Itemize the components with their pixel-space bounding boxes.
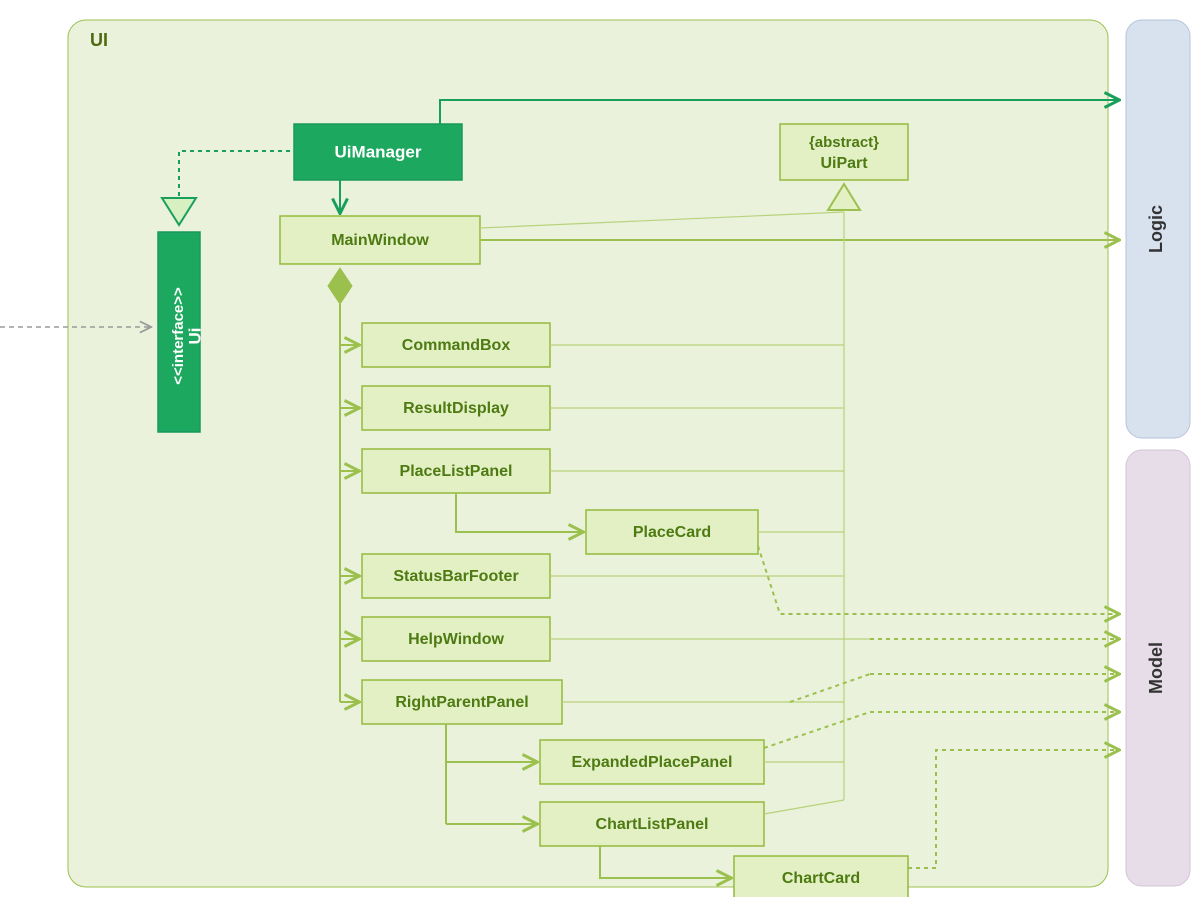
class-uimanager: UiManager (294, 124, 462, 180)
package-model-label: Model (1146, 642, 1166, 694)
svg-text:StatusBarFooter: StatusBarFooter (393, 568, 518, 585)
svg-text:CommandBox: CommandBox (402, 337, 511, 354)
uipart-stereotype: {abstract} (809, 134, 879, 151)
class-placelistpanel: PlaceListPanel (362, 449, 550, 493)
class-helpwindow: HelpWindow (362, 617, 550, 661)
svg-text:ExpandedPlacePanel: ExpandedPlacePanel (572, 754, 733, 771)
package-ui-label: UI (90, 30, 108, 50)
svg-text:ChartListPanel: ChartListPanel (596, 816, 709, 833)
class-statusbarfooter: StatusBarFooter (362, 554, 550, 598)
svg-text:RightParentPanel: RightParentPanel (395, 694, 528, 711)
class-chartcard: ChartCard (734, 856, 908, 897)
mainwindow-label: MainWindow (331, 232, 429, 249)
ui-interface-stereotype: <<interface>> (170, 287, 187, 385)
class-commandbox: CommandBox (362, 323, 550, 367)
svg-text:ChartCard: ChartCard (782, 870, 860, 887)
svg-text:HelpWindow: HelpWindow (408, 631, 504, 648)
svg-text:ResultDisplay: ResultDisplay (403, 400, 509, 417)
package-logic-label: Logic (1146, 205, 1166, 253)
class-expandedplacepanel: ExpandedPlacePanel (540, 740, 764, 784)
class-resultdisplay: ResultDisplay (362, 386, 550, 430)
class-mainwindow: MainWindow (280, 216, 480, 264)
uipart-name: UiPart (820, 155, 868, 172)
class-placecard: PlaceCard (586, 510, 758, 554)
package-logic: Logic (1126, 20, 1190, 438)
class-chartlistpanel: ChartListPanel (540, 802, 764, 846)
uimanager-label: UiManager (335, 142, 422, 161)
class-uipart: {abstract} UiPart (780, 124, 908, 180)
svg-text:PlaceCard: PlaceCard (633, 524, 711, 541)
class-ui-interface: <<interface>> Ui (158, 232, 204, 432)
class-rightparentpanel: RightParentPanel (362, 680, 562, 724)
ui-interface-name: Ui (185, 328, 204, 345)
svg-text:PlaceListPanel: PlaceListPanel (400, 463, 513, 480)
package-model: Model (1126, 450, 1190, 886)
